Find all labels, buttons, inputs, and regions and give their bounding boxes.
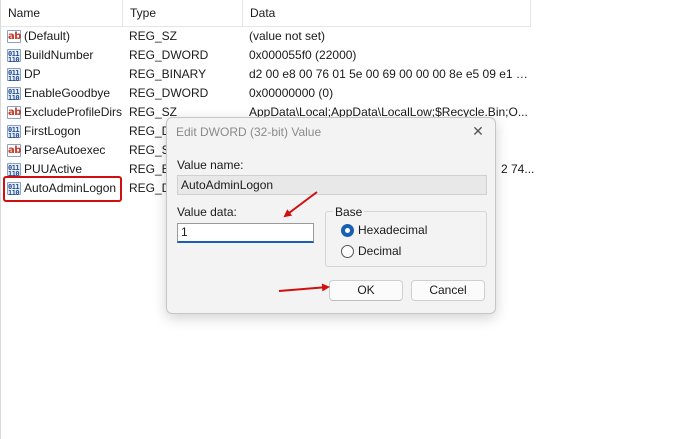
value-data: 2 74...	[501, 162, 535, 176]
base-group	[325, 211, 487, 267]
string-value-icon	[7, 27, 21, 46]
radio-checked-icon	[341, 223, 354, 237]
value-type: REG_DWORD	[129, 86, 209, 100]
column-header-data[interactable]: Data	[243, 0, 531, 27]
decimal-label: Decimal	[358, 244, 402, 258]
cancel-button[interactable]: Cancel	[411, 280, 485, 301]
edit-dword-dialog: Edit DWORD (32-bit) Value ✕ Value name: …	[166, 117, 496, 314]
value-row[interactable]: DP REG_BINARY d2 00 e8 00 76 01 5e 00 69…	[1, 65, 674, 84]
value-data: 0x00000000 (0)	[249, 86, 334, 100]
annotation-highlight-box	[3, 176, 122, 202]
column-header-type[interactable]: Type	[123, 0, 243, 27]
string-value-icon	[7, 103, 21, 122]
binary-value-icon	[7, 160, 21, 179]
hexadecimal-radio[interactable]: Hexadecimal	[341, 223, 427, 237]
value-type: REG_SZ	[129, 29, 178, 43]
binary-value-icon	[7, 84, 21, 103]
ok-button[interactable]: OK	[329, 280, 403, 301]
value-type: REG_BINARY	[129, 67, 207, 81]
value-name: BuildNumber	[24, 48, 94, 62]
binary-value-icon	[7, 65, 21, 84]
value-data-input[interactable]: 1	[177, 223, 314, 243]
value-name: EnableGoodbye	[24, 86, 111, 100]
value-name: ParseAutoexec	[24, 143, 106, 157]
dialog-title: Edit DWORD (32-bit) Value	[176, 125, 322, 139]
binary-value-icon	[7, 122, 21, 141]
value-name: (Default)	[24, 29, 71, 43]
value-name: DP	[24, 67, 41, 81]
value-row[interactable]: BuildNumber REG_DWORD 0x000055f0 (22000)	[1, 46, 674, 65]
value-row[interactable]: (Default) REG_SZ (value not set)	[1, 27, 674, 46]
value-data: 0x000055f0 (22000)	[249, 48, 357, 62]
string-value-icon	[7, 141, 21, 160]
base-label: Base	[333, 205, 365, 219]
value-type: REG_DWORD	[129, 48, 209, 62]
column-header-name[interactable]: Name	[1, 0, 123, 27]
value-data: d2 00 e8 00 76 01 5e 00 69 00 00 00 8e e…	[249, 67, 531, 81]
decimal-radio[interactable]: Decimal	[341, 244, 401, 258]
hexadecimal-label: Hexadecimal	[358, 223, 428, 237]
radio-unchecked-icon	[341, 244, 354, 258]
value-data-label: Value data:	[177, 205, 237, 219]
value-data: (value not set)	[249, 29, 326, 43]
value-name-field: AutoAdminLogon	[177, 175, 487, 195]
value-name-label: Value name:	[177, 158, 244, 172]
value-name: ExcludeProfileDirs	[24, 105, 123, 119]
value-name: FirstLogon	[24, 124, 81, 138]
binary-value-icon	[7, 46, 21, 65]
close-icon[interactable]: ✕	[469, 122, 487, 140]
column-header-row: Name Type Data	[1, 0, 531, 27]
value-row[interactable]: EnableGoodbye REG_DWORD 0x00000000 (0)	[1, 84, 674, 103]
